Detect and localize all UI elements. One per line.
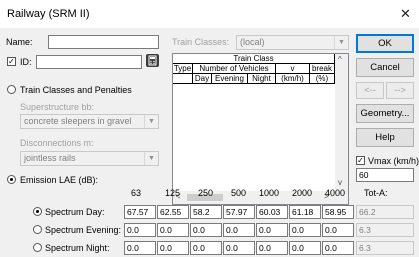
spectrum-day-125[interactable]: 62.55: [157, 205, 189, 219]
train-classes-radio[interactable]: [7, 85, 16, 94]
spectrum-evening-label: Spectrum Evening:: [45, 225, 122, 235]
grid-sub-day: Day: [193, 74, 212, 84]
close-icon[interactable]: ✕: [400, 6, 411, 22]
spectrum-day-radio[interactable]: [33, 207, 42, 216]
chevron-down-icon: ▼: [144, 115, 158, 128]
freq-header: 4000: [325, 188, 346, 198]
freq-header: 63: [131, 188, 142, 198]
cancel-button[interactable]: Cancel: [356, 58, 414, 77]
spectrum-day-4000[interactable]: 58.95: [322, 205, 354, 219]
freq-header: 125: [165, 188, 181, 198]
spectrum-night-total: 6.3: [356, 241, 414, 255]
disconnections-label: Disconnections m:: [20, 138, 94, 148]
chevron-down-icon: ▼: [144, 152, 158, 165]
grid-col-v: v: [276, 64, 310, 74]
train-classes-value: (local): [240, 37, 265, 47]
train-classes-label: Train Classes:: [172, 37, 230, 47]
spectrum-evening-4000[interactable]: 0.0: [322, 223, 354, 237]
spectrum-evening-total: 6.3: [356, 223, 414, 237]
name-label: Name:: [6, 37, 33, 47]
spectrum-night-4000[interactable]: 0.0: [322, 241, 354, 255]
spectrum-night-125[interactable]: 0.0: [157, 241, 189, 255]
total-header: Tot-A:: [364, 188, 388, 198]
grid-sub-evening: Evening: [212, 74, 248, 84]
spectrum-day-250[interactable]: 58.2: [190, 205, 222, 219]
spectrum-evening-2000[interactable]: 0.0: [289, 223, 321, 237]
spectrum-day-label: Spectrum Day:: [45, 207, 105, 217]
spectrum-night-radio[interactable]: [33, 243, 42, 252]
help-button[interactable]: Help: [356, 128, 414, 147]
superstructure-label: Superstructure bb:: [20, 102, 95, 112]
ok-button[interactable]: OK: [356, 34, 414, 53]
grid-sub-night: Night: [248, 74, 276, 84]
emission-radio[interactable]: [7, 175, 16, 184]
superstructure-select[interactable]: concrete sleepers in gravel ▼: [20, 114, 159, 129]
grid-sub-blank: [173, 74, 193, 84]
spectrum-day-total: 66.2: [356, 205, 414, 219]
spectrum-evening-1000[interactable]: 0.0: [256, 223, 288, 237]
superstructure-value: concrete sleepers in gravel: [24, 116, 132, 126]
calculator-icon[interactable]: [146, 54, 159, 67]
spectrum-night-label: Spectrum Night:: [45, 243, 110, 253]
freq-header: 2000: [292, 188, 313, 198]
chevron-down-icon: ▼: [334, 36, 348, 49]
spectrum-day-500[interactable]: 57.97: [223, 205, 255, 219]
disconnections-value: jointless rails: [24, 153, 76, 163]
spectrum-night-2000[interactable]: 0.0: [289, 241, 321, 255]
spectrum-night-63[interactable]: 0.0: [124, 241, 156, 255]
scroll-down-icon[interactable]: v: [338, 178, 342, 187]
name-input[interactable]: [48, 35, 159, 49]
spectrum-night-1000[interactable]: 0.0: [256, 241, 288, 255]
spectrum-evening-500[interactable]: 0.0: [223, 223, 255, 237]
railway-dialog: Railway (SRM II) ✕ Name: ✓ ID: Train Cla…: [0, 0, 419, 257]
vmax-label: Vmax (km/h): [368, 156, 419, 166]
spectrum-day-1000[interactable]: 60.03: [256, 205, 288, 219]
grid-header-train-class: Train Class: [173, 54, 335, 64]
spectrum-evening-radio[interactable]: [33, 225, 42, 234]
freq-header: 500: [231, 188, 247, 198]
train-classes-radio-label: Train Classes and Penalties: [20, 85, 132, 95]
window-title: Railway (SRM II): [7, 8, 90, 20]
title-bar: Railway (SRM II) ✕: [0, 0, 419, 28]
geometry-button[interactable]: Geometry...: [356, 104, 414, 123]
spectrum-evening-250[interactable]: 0.0: [190, 223, 222, 237]
spectrum-night-500[interactable]: 0.0: [223, 241, 255, 255]
grid-sub-brake-unit: (%): [310, 74, 335, 84]
emission-radio-label: Emission LAE (dB):: [20, 175, 99, 185]
prev-button[interactable]: <--: [356, 82, 384, 99]
grid-col-vehicles: Number of Vehicles: [193, 64, 276, 74]
spectrum-day-63[interactable]: 67.57: [124, 205, 156, 219]
train-classes-select[interactable]: (local) ▼: [236, 35, 349, 50]
id-label: ID:: [20, 57, 32, 67]
train-class-grid[interactable]: Train Class Type Number of Vehicles v br…: [172, 53, 349, 205]
id-input[interactable]: [36, 55, 142, 69]
freq-header: 250: [198, 188, 214, 198]
grid-sub-v-unit: (km/h): [276, 74, 310, 84]
grid-col-brake: break: [310, 64, 335, 74]
id-checkbox[interactable]: ✓: [7, 57, 16, 66]
spectrum-evening-125[interactable]: 0.0: [157, 223, 189, 237]
vmax-input[interactable]: 60: [356, 168, 414, 182]
disconnections-select[interactable]: jointless rails ▼: [20, 151, 159, 166]
next-button[interactable]: -->: [386, 82, 414, 99]
freq-header: 1000: [259, 188, 280, 198]
grid-col-type: Type: [173, 64, 193, 74]
spectrum-night-250[interactable]: 0.0: [190, 241, 222, 255]
vmax-checkbox[interactable]: ✓: [356, 156, 365, 165]
scroll-up-icon[interactable]: ^: [338, 55, 342, 64]
grid-vertical-scrollbar[interactable]: ^ v: [335, 54, 348, 191]
spectrum-day-2000[interactable]: 61.18: [289, 205, 321, 219]
spectrum-evening-63[interactable]: 0.0: [124, 223, 156, 237]
